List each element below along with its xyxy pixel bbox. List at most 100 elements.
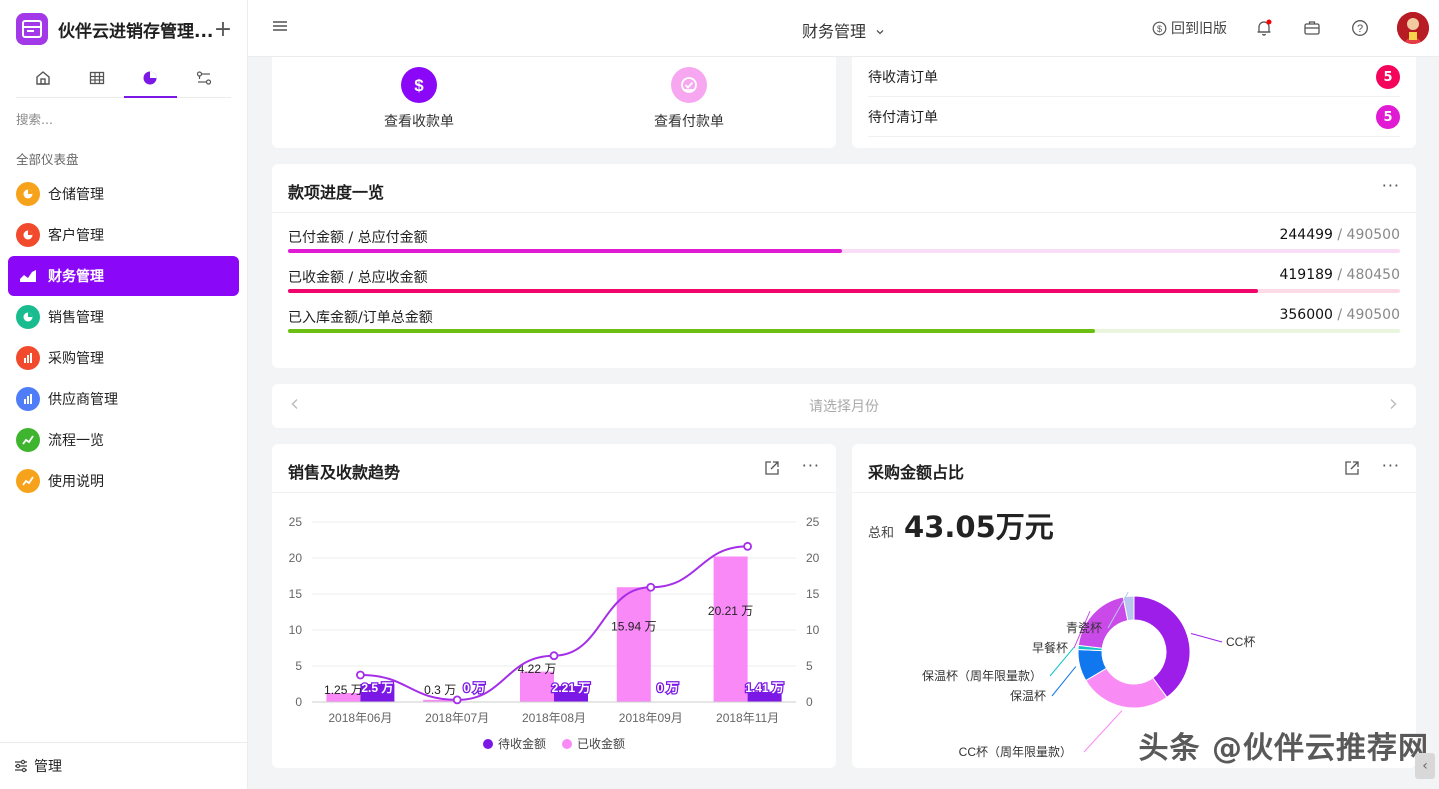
- todo-row-receivable[interactable]: 待收清订单 5: [868, 57, 1400, 97]
- line-point[interactable]: [743, 541, 753, 551]
- sidebar-item-help[interactable]: 使用说明: [8, 461, 239, 501]
- tab-workflow[interactable]: [177, 58, 231, 97]
- sidebar-search[interactable]: 搜索...: [0, 98, 247, 142]
- donut-slice[interactable]: [1085, 667, 1168, 709]
- chevron-down-icon: [876, 30, 884, 35]
- y-tick-right: 25: [806, 515, 820, 529]
- chevron-left-icon[interactable]: [290, 398, 300, 414]
- app-logo: [16, 13, 48, 45]
- svg-text:?: ?: [1357, 23, 1363, 35]
- table-icon: [89, 71, 104, 84]
- data-label-received: 0.3 万: [424, 683, 456, 697]
- sidebar-item-sales[interactable]: 销售管理: [8, 297, 239, 337]
- legend-label-pending[interactable]: 待收金额: [498, 736, 546, 751]
- progress-track: [288, 329, 1400, 333]
- slice-label: 保温杯（周年限量款）: [922, 669, 1042, 683]
- more-icon[interactable]: ···: [802, 456, 820, 475]
- count-badge: 5: [1376, 65, 1400, 89]
- y-tick-left: 20: [289, 551, 303, 565]
- todo-card: 待收清订单 5 待付清订单 5: [852, 57, 1416, 148]
- x-tick: 2018年09月: [619, 711, 683, 725]
- x-tick: 2018年11月: [716, 711, 779, 725]
- tab-table[interactable]: [70, 58, 124, 97]
- todo-row-payable[interactable]: 待付清订单 5: [868, 97, 1400, 137]
- manage-label: 管理: [34, 759, 62, 775]
- sidebar-item-workflow[interactable]: 流程一览: [8, 420, 239, 460]
- bar-received[interactable]: [520, 671, 554, 702]
- expand-icon[interactable]: [764, 460, 780, 480]
- quick-actions-card: $ 查看收款单 查看付款单: [272, 57, 836, 148]
- bar-received[interactable]: [616, 587, 651, 702]
- chevron-right-icon[interactable]: [1388, 398, 1398, 414]
- toolbox-button[interactable]: [1301, 17, 1323, 39]
- pie-chart-icon: [143, 71, 157, 84]
- sidebar-item-customer[interactable]: 客户管理: [8, 215, 239, 255]
- slice-leader-line: [1190, 632, 1223, 643]
- expand-icon[interactable]: [1344, 460, 1360, 480]
- scroll-top-button[interactable]: ‹: [1415, 753, 1435, 779]
- data-label-pending: 2.5 万: [361, 681, 393, 695]
- slice-leader-line: [1051, 666, 1077, 697]
- avatar[interactable]: [1397, 12, 1429, 44]
- tab-home[interactable]: [16, 58, 70, 97]
- topbar: 财务管理 $ 回到旧版 ?: [248, 0, 1439, 57]
- legend-label-received[interactable]: 已收金额: [577, 736, 625, 751]
- donut-slice[interactable]: [1133, 595, 1191, 699]
- sidebar-item-label: 供应商管理: [48, 392, 118, 408]
- progress-label: 已收金额 / 总应收金额: [288, 270, 428, 286]
- view-receipts-button[interactable]: $ 查看收款单: [359, 67, 479, 131]
- slice-label: CC杯: [1226, 635, 1255, 649]
- line-point[interactable]: [549, 651, 559, 661]
- toolbox-icon: [1304, 21, 1320, 35]
- watermark: 头条 @伙伴云推荐网: [1138, 731, 1429, 766]
- slice-label: CC杯（周年限量款）: [959, 745, 1072, 759]
- y-tick-right: 10: [806, 623, 820, 637]
- y-tick-left: 15: [289, 587, 303, 601]
- data-label-pending: 0 万: [657, 681, 679, 695]
- old-version-button[interactable]: $ 回到旧版: [1152, 18, 1227, 38]
- progress-track: [288, 289, 1400, 293]
- sidebar-manage[interactable]: 管理: [0, 742, 247, 789]
- progress-fill: [288, 329, 1096, 333]
- svg-text:$: $: [1157, 24, 1162, 34]
- sidebar-item-warehouse[interactable]: 仓储管理: [8, 174, 239, 214]
- tab-dashboard[interactable]: [123, 58, 178, 98]
- add-icon[interactable]: +: [213, 17, 233, 42]
- data-label-pending: 1.41 万: [745, 681, 784, 695]
- card-title: 销售及收款趋势: [288, 463, 401, 482]
- data-label-pending: 0 万: [463, 681, 485, 695]
- data-label-received: 15.94 万: [611, 620, 656, 634]
- more-icon[interactable]: ···: [1382, 176, 1400, 195]
- line-point[interactable]: [452, 695, 462, 705]
- more-icon[interactable]: ···: [1382, 456, 1400, 475]
- notification-button[interactable]: [1253, 17, 1275, 39]
- svg-text:$: $: [414, 76, 424, 95]
- app-name[interactable]: 伙伴云进销存管理...: [58, 17, 213, 42]
- month-picker[interactable]: 请选择月份: [272, 384, 1416, 428]
- data-label-received: 20.21 万: [708, 604, 753, 618]
- progress-total: / 490500: [1337, 307, 1400, 323]
- view-payments-button[interactable]: 查看付款单: [629, 67, 749, 131]
- line-point[interactable]: [356, 670, 365, 680]
- purchase-share-card: 采购金额占比 ··· 总和 43.05万元 CC杯 CC杯（周年限量款） 保温杯 保温…: [852, 444, 1416, 768]
- slice-label: 保温杯: [1010, 689, 1046, 703]
- progress-fill: [288, 249, 843, 253]
- sidebar-item-purchase[interactable]: 采购管理: [8, 338, 239, 378]
- purchase-total: 总和 43.05万元: [868, 504, 1054, 546]
- x-tick: 2018年06月: [328, 711, 392, 725]
- x-tick: 2018年07月: [425, 711, 489, 725]
- progress-total: / 490500: [1337, 227, 1400, 243]
- dollar-circle-icon: $: [1152, 21, 1167, 35]
- data-label-received: 1.25 万: [324, 683, 363, 697]
- help-button[interactable]: ?: [1349, 17, 1371, 39]
- bar-received[interactable]: [713, 556, 748, 702]
- sidebar-item-finance[interactable]: 财务管理: [8, 256, 239, 296]
- old-version-label: 回到旧版: [1171, 21, 1227, 37]
- y-tick-right: 0: [806, 695, 813, 709]
- total-label: 总和: [868, 526, 895, 541]
- sidebar-item-supplier[interactable]: 供应商管理: [8, 379, 239, 419]
- progress-paid: 已付金额 / 总应付金额 244499 / 490500: [288, 227, 1400, 253]
- sidebar-item-label: 采购管理: [48, 351, 104, 367]
- line-point[interactable]: [646, 582, 656, 592]
- y-tick-right: 15: [806, 587, 820, 601]
